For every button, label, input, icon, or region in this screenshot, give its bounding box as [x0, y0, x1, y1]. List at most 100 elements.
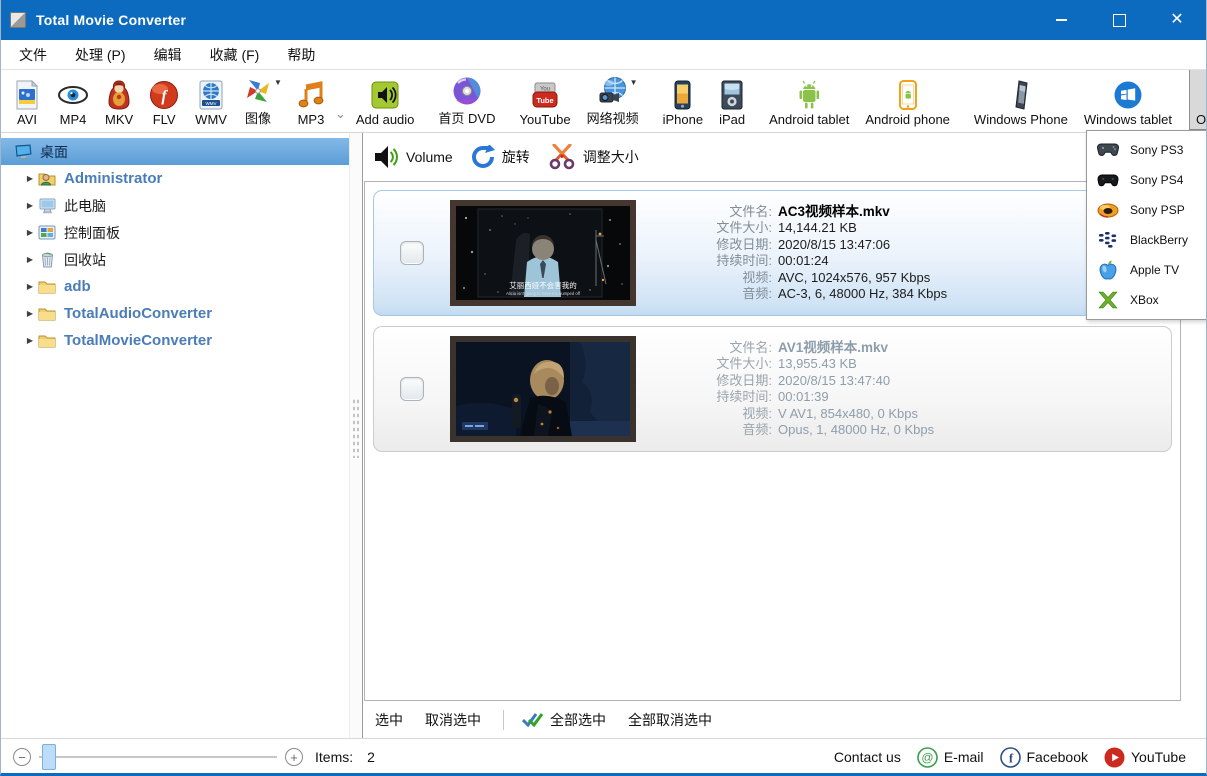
file-row-av1[interactable]: 文件名:AV1视频样本.mkv 文件大小:13,955.43 KB 修改日期:2…: [373, 326, 1172, 452]
menu-process[interactable]: 处理 (P): [61, 45, 140, 65]
tree-item-label: 回收站: [64, 253, 106, 267]
zoom-in-icon[interactable]: +: [285, 748, 303, 766]
menu-item-sony-ps3[interactable]: Sony PS3: [1087, 135, 1207, 165]
windows-tablet-icon: [1113, 80, 1143, 110]
menu-file[interactable]: 文件: [1, 45, 61, 65]
toolbar-button-mkv[interactable]: MKV: [98, 70, 140, 130]
thumbnail-subtitle-cn: 艾丽西娅不会害我的: [509, 280, 577, 290]
uncheck-all-label: 全部取消选中: [628, 710, 712, 730]
svg-text:WMV: WMV: [206, 100, 217, 105]
toolbar-button-windows-phone[interactable]: Windows Phone: [967, 70, 1075, 130]
tree-item-total-audio-converter[interactable]: ▶ TotalAudioConverter: [1, 300, 349, 327]
youtube-link[interactable]: YouTube: [1104, 747, 1186, 768]
android-robot-icon: [795, 80, 823, 110]
menu-item-sony-psp[interactable]: Sony PSP: [1087, 195, 1207, 225]
tree-item-adb[interactable]: ▶ adb: [1, 273, 349, 300]
file-row-ac3[interactable]: 艾丽西娅不会害我的 Alicia isn't going to have me …: [373, 190, 1172, 316]
menu-item-label: XBox: [1130, 293, 1159, 307]
toolbar-button-mp3[interactable]: MP3: [290, 70, 332, 130]
video-thumbnail: 艾丽西娅不会害我的 Alicia isn't going to have me …: [450, 200, 636, 306]
volume-button[interactable]: Volume: [373, 145, 453, 169]
toolbar-button-flv[interactable]: f FLV: [142, 70, 186, 130]
file-duration-value: 00:01:24: [778, 253, 947, 270]
toolbar-label: Windows Phone: [974, 112, 1068, 127]
resize-button[interactable]: 调整大小: [548, 144, 639, 170]
toolbar-button-web-video[interactable]: ▼ 网络视频: [580, 70, 646, 130]
check-label: 选中: [375, 710, 403, 730]
tree-item-total-movie-converter[interactable]: ▶ TotalMovieConverter: [1, 327, 349, 354]
toolbar-button-avi[interactable]: AVI: [6, 70, 48, 130]
toolbar-button-windows-tablet[interactable]: Windows tablet: [1077, 70, 1179, 130]
toolbar-label: 网络视频: [587, 108, 639, 127]
tree-item-this-pc[interactable]: ▶ 此电脑: [1, 192, 349, 219]
menu-item-label: Apple TV: [1130, 263, 1179, 277]
zoom-out-icon[interactable]: −: [13, 748, 31, 766]
file-details: 文件名:AV1视频样本.mkv 文件大小:13,955.43 KB 修改日期:2…: [660, 340, 934, 439]
close-button[interactable]: ✕: [1148, 0, 1206, 40]
toolbar-button-add-audio[interactable]: Add audio: [349, 70, 422, 130]
youtube-logo-icon: YouTube: [532, 80, 558, 110]
content-area: 桌面 ▶ Administrator ▶ 此电脑 ▶ 控制面板 ▶ 回收站: [1, 133, 1206, 738]
menu-item-xbox[interactable]: XBox: [1087, 285, 1207, 315]
uncheck-all-button[interactable]: 全部取消选中: [628, 710, 712, 730]
uncheck-button[interactable]: 取消选中: [425, 710, 481, 730]
svg-text:@: @: [921, 750, 933, 764]
expand-arrow-icon[interactable]: ▶: [23, 174, 37, 183]
xbox-x-icon: [1096, 290, 1120, 310]
blackberry-logo-icon: [1096, 230, 1120, 250]
menu-help[interactable]: 帮助: [273, 45, 329, 65]
ipad-icon: [721, 80, 743, 110]
tree-item-recycle-bin[interactable]: ▶ 回收站: [1, 246, 349, 273]
matryoshka-icon: [108, 80, 130, 110]
file-details: 文件名:AC3视频样本.mkv 文件大小:14,144.21 KB 修改日期:2…: [660, 204, 947, 303]
slider-handle[interactable]: [42, 744, 56, 770]
at-circle-icon: @: [917, 747, 938, 768]
menu-item-label: Sony PS3: [1130, 143, 1183, 157]
toolbar-button-image[interactable]: ▼ 图像: [236, 70, 280, 130]
selection-bar: 选中 取消选中 全部选中 全部取消选中: [363, 701, 1206, 738]
tree-item-desktop[interactable]: 桌面: [1, 138, 349, 165]
expand-arrow-icon[interactable]: ▶: [23, 336, 37, 345]
check-button[interactable]: 选中: [375, 710, 403, 730]
sidebar-splitter[interactable]: [349, 133, 363, 738]
toolbar-button-iphone[interactable]: iPhone: [656, 70, 710, 130]
facebook-link[interactable]: f Facebook: [1000, 747, 1088, 768]
menu-item-apple-tv[interactable]: Apple TV: [1087, 255, 1207, 285]
expand-arrow-icon[interactable]: ▶: [23, 309, 37, 318]
menu-item-sony-ps4[interactable]: Sony PS4: [1087, 165, 1207, 195]
check-all-button[interactable]: 全部选中: [522, 710, 606, 730]
menu-favorites[interactable]: 收藏 (F): [196, 45, 274, 65]
toolbar-button-other-devices[interactable]: ▼ Other devices: [1189, 70, 1206, 130]
rotate-arrow-icon: [471, 145, 495, 169]
file-checkbox[interactable]: [400, 377, 424, 401]
ps3-gamepad-icon: [1096, 140, 1120, 160]
toolbar-button-mp4[interactable]: MP4: [50, 70, 96, 130]
email-link[interactable]: @ E-mail: [917, 747, 984, 768]
file-video-label: 视频:: [660, 406, 772, 423]
toolbar-button-wmv[interactable]: WMV WMV: [188, 70, 234, 130]
zoom-slider[interactable]: [39, 743, 277, 771]
tree-item-control-panel[interactable]: ▶ 控制面板: [1, 219, 349, 246]
mp3-chevron-icon[interactable]: ⌄: [335, 106, 346, 122]
toolbar-button-ipad[interactable]: iPad: [712, 70, 752, 130]
svg-text:Tube: Tube: [536, 96, 553, 105]
menu-edit[interactable]: 编辑: [140, 45, 196, 65]
tree-item-administrator[interactable]: ▶ Administrator: [1, 165, 349, 192]
rotate-button[interactable]: 旋转: [471, 145, 530, 169]
toolbar-button-android-tablet[interactable]: Android tablet: [762, 70, 856, 130]
expand-arrow-icon[interactable]: ▶: [23, 282, 37, 291]
expand-arrow-icon[interactable]: ▶: [23, 255, 37, 264]
file-checkbox[interactable]: [400, 241, 424, 265]
menu-item-blackberry[interactable]: BlackBerry: [1087, 225, 1207, 255]
toolbar-button-youtube[interactable]: YouTube YouTube: [512, 70, 577, 130]
expand-arrow-icon[interactable]: ▶: [23, 201, 37, 210]
minimize-button[interactable]: [1032, 0, 1090, 40]
maximize-button[interactable]: [1090, 0, 1148, 40]
tree-item-label: 桌面: [40, 145, 68, 159]
file-video-value: V AV1, 854x480, 0 Kbps: [778, 406, 934, 423]
globe-camera-icon: [597, 76, 629, 106]
toolbar-button-dvd[interactable]: 首页 DVD: [431, 70, 502, 130]
contact-us-link[interactable]: Contact us: [834, 749, 901, 765]
expand-arrow-icon[interactable]: ▶: [23, 228, 37, 237]
toolbar-button-android-phone[interactable]: Android phone: [858, 70, 957, 130]
